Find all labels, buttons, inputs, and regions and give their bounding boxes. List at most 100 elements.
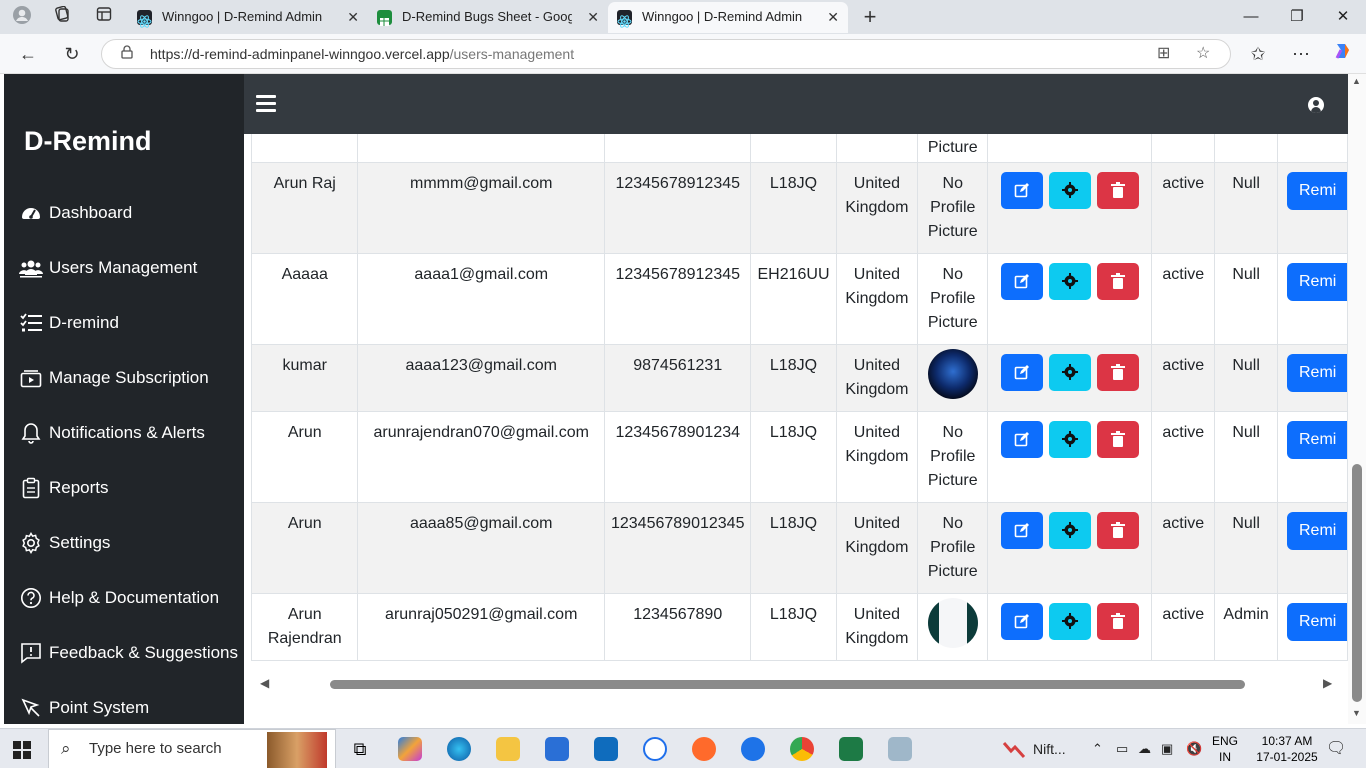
settings-button[interactable] bbox=[1048, 354, 1091, 391]
notifications-icon[interactable]: 🗨 bbox=[1326, 729, 1346, 768]
vertical-scrollbar[interactable]: ▲ ▼ bbox=[1348, 74, 1366, 724]
react-icon bbox=[137, 10, 152, 28]
excel-icon[interactable] bbox=[839, 737, 863, 761]
stock-label[interactable]: Nift... bbox=[1033, 729, 1066, 768]
delete-button[interactable] bbox=[1096, 603, 1139, 640]
remind-button[interactable]: Remi bbox=[1287, 421, 1347, 459]
status-cell: active bbox=[1151, 502, 1216, 594]
profile-icon[interactable] bbox=[8, 6, 36, 28]
edit-button[interactable] bbox=[1000, 172, 1043, 209]
browser-tab-2[interactable]: D-Remind Bugs Sheet - Google Sheets ✕ bbox=[368, 2, 608, 33]
delete-button[interactable] bbox=[1096, 172, 1139, 209]
close-tab-icon[interactable]: ✕ bbox=[827, 2, 839, 32]
sidebar-item-notifications[interactable]: Notifications & Alerts bbox=[19, 418, 239, 448]
delete-button[interactable] bbox=[1096, 421, 1139, 458]
settings-button[interactable] bbox=[1048, 263, 1091, 300]
more-menu-icon[interactable]: ⋯ bbox=[1286, 40, 1316, 68]
remind-button[interactable]: Remi bbox=[1287, 263, 1347, 301]
minimize-icon[interactable]: — bbox=[1228, 0, 1274, 34]
onedrive-icon[interactable]: ☁ bbox=[1138, 729, 1151, 768]
delete-button[interactable] bbox=[1096, 512, 1139, 549]
scroll-right-icon[interactable]: ▶ bbox=[1323, 676, 1332, 690]
store-icon[interactable] bbox=[545, 737, 569, 761]
taskbar-search-input[interactable]: ⌕ Type here to search bbox=[48, 729, 336, 768]
remind-button[interactable]: Remi bbox=[1287, 603, 1347, 641]
site-info-icon[interactable] bbox=[120, 41, 134, 69]
close-tab-icon[interactable]: ✕ bbox=[587, 2, 599, 32]
back-icon[interactable]: ← bbox=[13, 40, 43, 68]
file-explorer-icon[interactable] bbox=[496, 737, 520, 761]
refresh-icon[interactable]: ↻ bbox=[57, 40, 87, 68]
scroll-down-icon[interactable]: ▼ bbox=[1352, 708, 1361, 718]
close-window-icon[interactable]: ✕ bbox=[1320, 0, 1366, 34]
tray-expand-icon[interactable]: ⌃ bbox=[1092, 729, 1103, 768]
sidebar-item-settings[interactable]: Settings bbox=[19, 528, 239, 558]
settings-button[interactable] bbox=[1048, 603, 1091, 640]
edit-button[interactable] bbox=[1000, 354, 1043, 391]
edit-button[interactable] bbox=[1000, 421, 1043, 458]
settings-button[interactable] bbox=[1048, 172, 1091, 209]
scrollbar-thumb[interactable] bbox=[1352, 464, 1362, 702]
picture-cell: No Profile Picture bbox=[917, 162, 989, 254]
user-account-icon[interactable] bbox=[1308, 97, 1324, 113]
postman-icon[interactable] bbox=[692, 737, 716, 761]
edit-button[interactable] bbox=[1000, 512, 1043, 549]
copilot-app-icon[interactable] bbox=[398, 737, 422, 761]
hamburger-menu-icon[interactable] bbox=[256, 95, 276, 113]
delete-button[interactable] bbox=[1096, 263, 1139, 300]
language-indicator[interactable]: ENG IN bbox=[1212, 733, 1238, 765]
sidebar-item-users-management[interactable]: Users Management bbox=[19, 253, 239, 283]
edit-button[interactable] bbox=[1000, 603, 1043, 640]
network-icon[interactable]: ▣ bbox=[1161, 729, 1173, 768]
sidebar-item-feedback[interactable]: Feedback & Suggestions bbox=[19, 638, 239, 668]
meet-icon[interactable]: ▭ bbox=[1116, 729, 1128, 768]
app-available-icon[interactable]: ⊞ bbox=[1157, 40, 1170, 68]
app-icon-2[interactable] bbox=[741, 737, 765, 761]
favorite-star-icon[interactable]: ☆ bbox=[1196, 40, 1210, 68]
notepad-icon[interactable] bbox=[888, 737, 912, 761]
new-tab-icon[interactable]: + bbox=[856, 6, 884, 28]
app-icon[interactable] bbox=[643, 737, 667, 761]
sidebar-item-manage-subscription[interactable]: Manage Subscription bbox=[19, 363, 239, 393]
sidebar-item-reports[interactable]: Reports bbox=[19, 473, 239, 503]
gear-icon bbox=[1061, 613, 1078, 629]
remind-button[interactable]: Remi bbox=[1287, 354, 1347, 392]
delete-button[interactable] bbox=[1096, 354, 1139, 391]
chrome-icon[interactable] bbox=[790, 737, 814, 761]
email-cell: aaaa1@gmail.com bbox=[357, 253, 605, 345]
sidebar-item-label: Dashboard bbox=[49, 203, 133, 222]
restore-icon[interactable]: ❐ bbox=[1274, 0, 1320, 34]
close-tab-icon[interactable]: ✕ bbox=[347, 2, 359, 32]
workspaces-icon[interactable] bbox=[48, 5, 76, 28]
url-input[interactable]: https://d-remind-adminpanel-winngoo.verc… bbox=[101, 39, 1231, 69]
volume-muted-icon[interactable]: 🔇 bbox=[1186, 729, 1202, 768]
search-highlight-image bbox=[267, 732, 327, 768]
remind-button[interactable]: Remi bbox=[1287, 512, 1347, 550]
edit-button[interactable] bbox=[1000, 263, 1043, 300]
task-view-icon[interactable]: ⧉ bbox=[348, 737, 372, 761]
country-cell: United Kingdom bbox=[835, 344, 919, 412]
stock-chart-icon[interactable] bbox=[1002, 737, 1026, 761]
settings-button[interactable] bbox=[1048, 421, 1091, 458]
browser-tab-3[interactable]: Winngoo | D-Remind Admin ✕ bbox=[608, 2, 848, 33]
scroll-up-icon[interactable]: ▲ bbox=[1352, 76, 1361, 86]
edge-icon[interactable] bbox=[447, 737, 471, 761]
favorites-icon[interactable]: ✩ bbox=[1243, 40, 1273, 68]
sidebar-item-help[interactable]: Help & Documentation bbox=[19, 583, 239, 613]
sidebar-item-d-remind[interactable]: D-remind bbox=[19, 308, 239, 338]
scroll-left-icon[interactable]: ◀ bbox=[260, 676, 269, 690]
copilot-icon[interactable] bbox=[1328, 40, 1358, 68]
scrollbar-thumb[interactable] bbox=[330, 680, 1245, 689]
clock[interactable]: 10:37 AM 17-01-2025 bbox=[1252, 733, 1322, 765]
name-cell: Aaaaa bbox=[250, 253, 359, 345]
actions-cell bbox=[987, 411, 1153, 503]
sidebar-item-point-system[interactable]: Point System bbox=[19, 693, 239, 723]
remind-button[interactable]: Remi bbox=[1287, 172, 1347, 210]
outlook-icon[interactable] bbox=[594, 737, 618, 761]
horizontal-scrollbar[interactable]: ◀ ▶ bbox=[250, 674, 1344, 696]
sidebar-item-dashboard[interactable]: Dashboard bbox=[19, 198, 239, 228]
browser-tab-1[interactable]: Winngoo | D-Remind Admin ✕ bbox=[128, 2, 368, 33]
settings-button[interactable] bbox=[1048, 512, 1091, 549]
tab-actions-icon[interactable] bbox=[90, 6, 118, 28]
windows-start-icon[interactable] bbox=[13, 741, 31, 759]
